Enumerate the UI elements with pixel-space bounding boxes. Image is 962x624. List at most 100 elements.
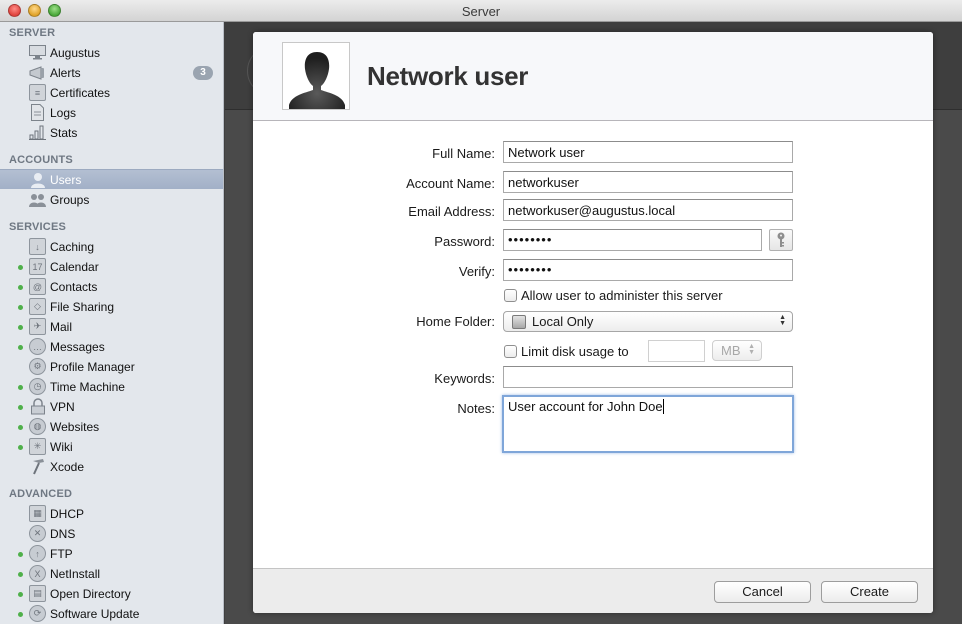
status-on-indicator [18, 265, 23, 270]
sidebar-item-software-update[interactable]: ⟳ Software Update [0, 604, 223, 624]
keywords-field[interactable] [503, 366, 793, 388]
sidebar-item-alerts[interactable]: Alerts 3 [0, 63, 223, 83]
sidebar-item-users[interactable]: Users [0, 169, 223, 189]
document-icon [29, 104, 46, 121]
cancel-button[interactable]: Cancel [714, 581, 811, 603]
sidebar-item-label: DNS [50, 527, 76, 541]
sidebar-item-label: Logs [50, 106, 77, 120]
sidebar-item-vpn[interactable]: VPN [0, 397, 223, 417]
sidebar-item-label: FTP [50, 547, 73, 561]
certificate-icon: ≡ [29, 84, 46, 101]
disk-quota-unit-value: MB [721, 343, 741, 358]
allow-admin-label[interactable]: Allow user to administer this server [521, 288, 723, 303]
disk-quota-field[interactable] [648, 340, 705, 362]
password-label: Password: [434, 234, 495, 249]
calendar-icon: 17 [29, 258, 46, 275]
sidebar-item-augustus[interactable]: Augustus [0, 43, 223, 63]
status-on-indicator [18, 552, 23, 557]
sidebar-item-label: Time Machine [50, 380, 125, 394]
sidebar-item-websites[interactable]: ◍ Websites [0, 417, 223, 437]
sidebar-item-open-directory[interactable]: ▤ Open Directory [0, 584, 223, 604]
sidebar-item-profile-manager[interactable]: ⚙ Profile Manager [0, 357, 223, 377]
status-on-indicator [18, 345, 23, 350]
sidebar-item-contacts[interactable]: @ Contacts [0, 277, 223, 297]
sidebar-item-label: Augustus [50, 46, 101, 60]
sidebar-item-label: Mail [50, 320, 73, 334]
sidebar-item-label: Caching [50, 240, 95, 254]
allow-admin-checkbox[interactable] [504, 289, 517, 302]
notes-textarea[interactable]: User account for John Doe [502, 395, 794, 453]
sidebar-item-time-machine[interactable]: ◷ Time Machine [0, 377, 223, 397]
status-on-indicator [18, 445, 23, 450]
sidebar-item-label: Contacts [50, 280, 98, 294]
sidebar-item-label: Open Directory [50, 587, 131, 601]
password-field[interactable]: •••••••• [503, 229, 762, 251]
sidebar-item-label: VPN [50, 400, 75, 414]
sidebar-item-dns[interactable]: ✕ DNS [0, 524, 223, 544]
sidebar-item-caching[interactable]: ↓ Caching [0, 237, 223, 257]
full-name-label: Full Name: [432, 146, 495, 161]
popup-arrows-icon: ▲ ▼ [779, 314, 786, 327]
home-folder-popup[interactable]: Local Only ▲ ▼ [503, 311, 793, 332]
sidebar-item-label: Alerts [50, 66, 81, 80]
status-on-indicator [18, 592, 23, 597]
sidebar-item-certificates[interactable]: ≡ Certificates [0, 83, 223, 103]
ftp-icon: ↑ [29, 545, 46, 562]
full-name-field[interactable]: Network user [503, 141, 793, 163]
notes-label: Notes: [457, 401, 495, 416]
section-header-accounts: ACCOUNTS [9, 154, 73, 166]
sheet-title: Network user [367, 61, 529, 91]
limit-disk-checkbox[interactable] [504, 345, 517, 358]
user-avatar[interactable] [282, 42, 350, 110]
sidebar-item-label: DHCP [50, 507, 85, 521]
create-button[interactable]: Create [821, 581, 918, 603]
status-on-indicator [18, 305, 23, 310]
sidebar-item-wiki[interactable]: ✳ Wiki [0, 437, 223, 457]
email-address-field[interactable]: networkuser@augustus.local [503, 199, 793, 221]
wiki-icon: ✳ [29, 438, 46, 455]
sidebar-item-calendar[interactable]: 17 Calendar [0, 257, 223, 277]
sidebar-item-label: Profile Manager [50, 360, 135, 374]
contacts-icon: @ [29, 278, 46, 295]
sidebar-item-label: Wiki [50, 440, 73, 454]
file-sharing-icon: ◇ [29, 298, 46, 315]
window-title: Server [461, 4, 501, 19]
sidebar-item-groups[interactable]: Groups [0, 190, 223, 210]
user-silhouette-icon [289, 52, 345, 109]
popup-arrows-icon: ▲ ▼ [748, 343, 755, 356]
sidebar-item-logs[interactable]: Logs [0, 103, 223, 123]
disk-quota-unit-popup[interactable]: MB ▲ ▼ [712, 340, 762, 361]
time-machine-icon: ◷ [29, 378, 46, 395]
sidebar-item-xcode[interactable]: Xcode [0, 457, 223, 477]
sidebar-item-file-sharing[interactable]: ◇ File Sharing [0, 297, 223, 317]
sidebar-item-messages[interactable]: … Messages [0, 337, 223, 357]
sidebar-item-label: Xcode [50, 460, 85, 474]
mail-icon: ✈ [29, 318, 46, 335]
sidebar-item-ftp[interactable]: ↑ FTP [0, 544, 223, 564]
sidebar-item-netinstall[interactable]: X NetInstall [0, 564, 223, 584]
sheet-header: Network user [253, 32, 933, 121]
status-on-indicator [18, 385, 23, 390]
password-assistant-button[interactable] [769, 229, 793, 251]
sidebar-item-label: Websites [50, 420, 100, 434]
software-update-icon: ⟳ [29, 605, 46, 622]
status-on-indicator [18, 425, 23, 430]
verify-password-field[interactable]: •••••••• [503, 259, 793, 281]
sidebar-item-dhcp[interactable]: ▦ DHCP [0, 504, 223, 524]
alerts-count-badge: 3 [193, 66, 213, 80]
limit-disk-label[interactable]: Limit disk usage to [521, 344, 629, 359]
home-folder-label: Home Folder: [416, 314, 495, 329]
dhcp-icon: ▦ [29, 505, 46, 522]
sidebar-item-label: Calendar [50, 260, 99, 274]
sidebar-item-label: Software Update [50, 607, 140, 621]
status-on-indicator [18, 285, 23, 290]
account-name-field[interactable]: networkuser [503, 171, 793, 193]
hammer-icon [29, 458, 46, 475]
vpn-lock-icon [29, 398, 46, 415]
sidebar-item-stats[interactable]: Stats [0, 123, 223, 143]
messages-icon: … [29, 338, 46, 355]
sidebar-item-mail[interactable]: ✈ Mail [0, 317, 223, 337]
verify-label: Verify: [458, 264, 495, 279]
sidebar-item-label: Stats [50, 126, 78, 140]
monitor-icon [29, 44, 46, 61]
